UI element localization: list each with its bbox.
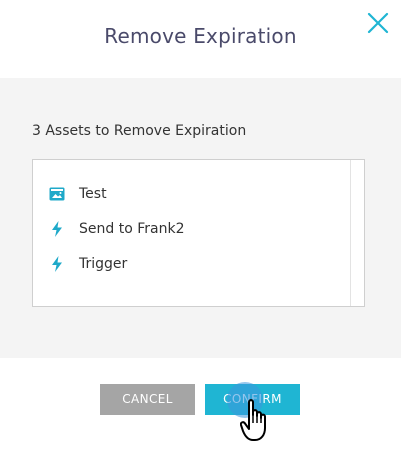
list-item: Trigger xyxy=(49,254,127,274)
list-item: Test xyxy=(49,184,107,204)
assets-count-label: 3 Assets to Remove Expiration xyxy=(32,123,247,139)
list-item: Send to Frank2 xyxy=(49,219,184,239)
list-scrollbar[interactable] xyxy=(350,160,364,306)
list-item-label: Send to Frank2 xyxy=(79,221,185,237)
close-button[interactable] xyxy=(364,9,392,37)
dialog-footer: CANCEL CONFIRM xyxy=(0,358,401,454)
lightning-icon xyxy=(49,221,65,237)
dialog-header: Remove Expiration xyxy=(0,0,401,78)
lightning-icon xyxy=(49,256,65,272)
dialog-body: 3 Assets to Remove Expiration Test Send … xyxy=(0,78,401,358)
list-item-label: Test xyxy=(79,186,107,202)
cancel-button[interactable]: CANCEL xyxy=(100,384,195,415)
landing-page-icon xyxy=(49,186,65,202)
close-icon xyxy=(367,12,389,34)
list-item-label: Trigger xyxy=(79,256,128,272)
dialog-title: Remove Expiration xyxy=(104,24,297,48)
hand-pointer-icon xyxy=(240,399,266,441)
assets-list: Test Send to Frank2 Trigger xyxy=(32,159,365,307)
remove-expiration-dialog: Remove Expiration 3 Assets to Remove Exp… xyxy=(0,0,401,454)
